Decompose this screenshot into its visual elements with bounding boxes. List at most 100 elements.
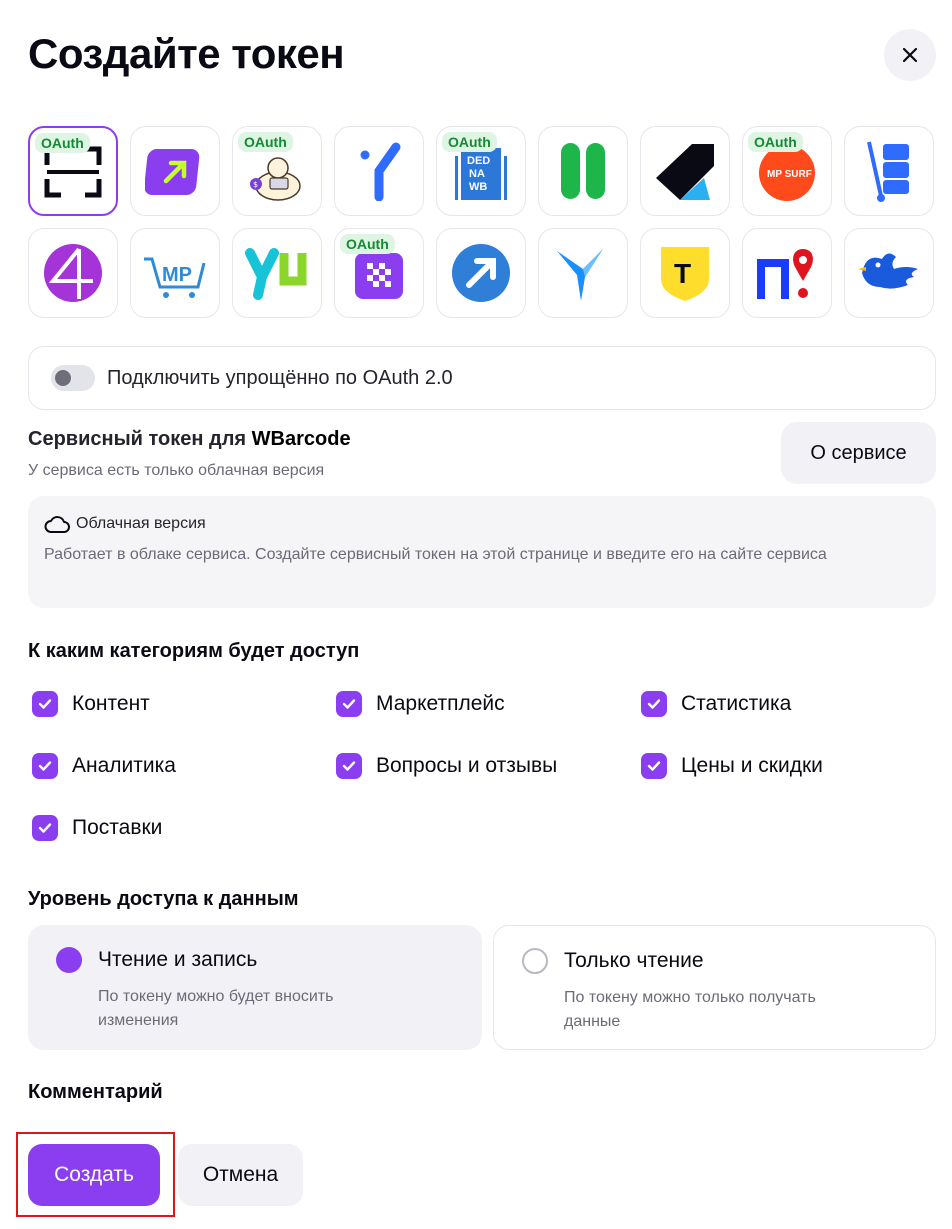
oauth-badge: OAuth xyxy=(748,132,803,152)
cloud-version-info: Облачная версия Работает в облаке сервис… xyxy=(28,496,936,608)
check-icon xyxy=(38,761,52,771)
checkbox-label: Контент xyxy=(72,692,150,715)
access-option-description: По токену можно только получать данные xyxy=(564,989,816,1030)
tbank-logo-text: T xyxy=(674,258,691,289)
dialog-title: Создайте токен xyxy=(28,30,345,77)
cancel-button[interactable]: Отмена xyxy=(178,1144,303,1206)
service-name: WBarcode xyxy=(251,428,351,450)
arrow-logo-icon xyxy=(145,149,200,195)
tbank-logo-icon: T xyxy=(661,247,709,301)
service-tile-tbank-service[interactable]: T xyxy=(640,228,730,318)
svg-text:$: $ xyxy=(253,180,258,189)
create-button[interactable]: Создать xyxy=(28,1144,160,1206)
service-tile-dedna-wb[interactable]: OAuth DED NA WB xyxy=(436,126,526,216)
checkbox-label: Статистика xyxy=(681,692,792,715)
oauth-badge: OAuth xyxy=(238,132,293,152)
oauth-badge: OAuth xyxy=(35,133,90,153)
kosmos-logo-icon xyxy=(656,144,714,200)
about-service-button[interactable]: О сервисе xyxy=(781,422,936,484)
access-option-read-only[interactable]: Только чтение По токену можно только пол… xyxy=(493,925,936,1050)
checkbox-box[interactable] xyxy=(32,753,58,779)
checkbox-statistics[interactable]: Статистика xyxy=(641,691,791,717)
access-level-title: Уровень доступа к данным xyxy=(28,888,299,910)
service-tile-y-service[interactable] xyxy=(334,126,424,216)
close-button[interactable] xyxy=(884,29,936,81)
check-icon xyxy=(647,699,661,709)
green-bars-logo-icon xyxy=(561,143,605,199)
service-grid: OAuth OAuth $ OAuth DED NA WB OAuth MP S… xyxy=(28,126,936,318)
checkbox-label: Цены и скидки xyxy=(681,754,823,777)
checkbox-label: Маркетплейс xyxy=(376,692,505,715)
checkbox-analytics[interactable]: Аналитика xyxy=(32,753,176,779)
mp-surf-logo-text: MP SURF xyxy=(767,169,812,180)
toggle-knob xyxy=(55,370,71,386)
service-tile-monkey-service[interactable]: OAuth $ xyxy=(232,126,322,216)
service-subtitle: У сервиса есть только облачная версия xyxy=(28,462,325,479)
service-tile-blue-arrow-service[interactable] xyxy=(436,228,526,318)
check-icon xyxy=(38,699,52,709)
mp-cart-logo-icon: MP xyxy=(144,257,206,298)
service-tile-mp-surf[interactable]: OAuth MP SURF xyxy=(742,126,832,216)
service-tile-dove-service[interactable] xyxy=(844,228,934,318)
service-tile-bird-service[interactable] xyxy=(538,228,628,318)
checkbox-supplies[interactable]: Поставки xyxy=(32,815,162,841)
cloud-icon xyxy=(44,516,70,533)
service-token-title: Сервисный токен для WBarcode xyxy=(28,428,351,451)
service-tile-arrow-service[interactable] xyxy=(130,126,220,216)
checkbox-prices-discounts[interactable]: Цены и скидки xyxy=(641,753,823,779)
service-title-prefix: Сервисный токен для xyxy=(28,428,252,450)
service-tile-four-service[interactable] xyxy=(28,228,118,318)
comment-title: Комментарий xyxy=(28,1081,163,1103)
checkbox-content[interactable]: Контент xyxy=(32,691,150,717)
oauth-badge: OAuth xyxy=(340,234,395,254)
checkbox-label: Поставки xyxy=(72,816,163,839)
dedna-logo-line3: WB xyxy=(469,181,487,193)
access-option-description: По токену можно будет вносить изменения xyxy=(98,988,334,1029)
check-icon xyxy=(342,761,356,771)
check-icon xyxy=(342,699,356,709)
check-icon xyxy=(38,823,52,833)
checkbox-box[interactable] xyxy=(641,691,667,717)
service-tile-cart-service[interactable] xyxy=(844,126,934,216)
access-option-read-write[interactable]: Чтение и запись По токену можно будет вн… xyxy=(28,925,482,1050)
four-logo-icon xyxy=(44,244,102,302)
oauth-toggle-label: Подключить упрощённо по OAuth 2.0 xyxy=(107,366,453,389)
checkbox-box[interactable] xyxy=(641,753,667,779)
oauth-badge: OAuth xyxy=(442,132,497,152)
hand-truck-logo-icon xyxy=(867,141,909,202)
service-tile-checker-service[interactable]: OAuth xyxy=(334,228,424,318)
access-option-title: Чтение и запись xyxy=(98,948,258,971)
radio-button[interactable] xyxy=(522,948,548,974)
service-tile-kosmos-service[interactable] xyxy=(640,126,730,216)
cloud-title: Облачная версия xyxy=(76,515,206,532)
radio-button[interactable] xyxy=(56,947,82,973)
service-tile-mp-cart-service[interactable]: MP xyxy=(130,228,220,318)
checkbox-box[interactable] xyxy=(336,691,362,717)
categories-title: К каким категориям будет доступ xyxy=(28,640,360,662)
pin-logo-icon xyxy=(757,249,813,299)
checkbox-box[interactable] xyxy=(336,753,362,779)
service-tile-wbarcode[interactable]: OAuth xyxy=(28,126,118,216)
checkbox-marketplace[interactable]: Маркетплейс xyxy=(336,691,505,717)
service-tile-pin-service[interactable] xyxy=(742,228,832,318)
dove-logo-icon xyxy=(858,253,918,289)
access-option-title: Только чтение xyxy=(564,949,704,972)
dedna-logo-line1: DED xyxy=(467,155,490,167)
y-logo-icon xyxy=(360,142,401,201)
oauth-toggle[interactable] xyxy=(51,365,95,391)
close-icon xyxy=(902,47,918,63)
dedna-logo-line2: NA xyxy=(469,168,485,180)
checkbox-questions-reviews[interactable]: Вопросы и отзывы xyxy=(336,753,557,779)
mp-cart-logo-text: MP xyxy=(162,264,192,286)
blue-arrow-logo-icon xyxy=(452,244,510,302)
service-tile-yu-service[interactable] xyxy=(232,228,322,318)
check-icon xyxy=(647,761,661,771)
oauth-toggle-row[interactable]: Подключить упрощённо по OAuth 2.0 xyxy=(28,346,936,410)
checkbox-box[interactable] xyxy=(32,691,58,717)
checkbox-box[interactable] xyxy=(32,815,58,841)
checkbox-label: Аналитика xyxy=(72,754,176,777)
service-tile-green-bars-service[interactable] xyxy=(538,126,628,216)
cloud-description: Работает в облаке сервиса. Создайте серв… xyxy=(44,546,827,563)
bird-logo-icon xyxy=(557,249,603,301)
checkbox-label: Вопросы и отзывы xyxy=(376,754,558,777)
